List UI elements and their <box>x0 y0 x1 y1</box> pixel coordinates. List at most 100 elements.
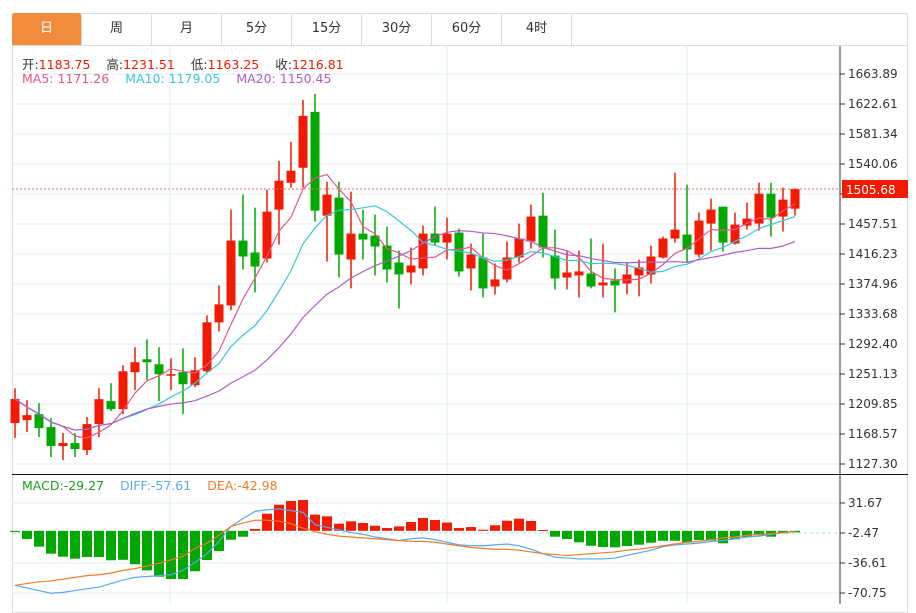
macd-bar <box>526 520 536 531</box>
macd-bar <box>670 530 680 541</box>
candle-body <box>130 362 140 373</box>
macd-bar <box>454 528 464 531</box>
candle <box>226 209 236 311</box>
candle-body <box>622 274 632 284</box>
price-tick-label: 1251.13 <box>848 367 898 381</box>
candle-body <box>550 255 560 279</box>
ma5-value: 1171.26 <box>57 71 110 86</box>
candle-body <box>682 234 692 250</box>
candle <box>262 189 272 263</box>
dea-label: DEA: <box>207 478 238 493</box>
candle-body <box>118 371 128 410</box>
macd-bar <box>46 530 56 554</box>
macd-bar <box>142 530 152 571</box>
ma5-label: MA5: <box>22 71 54 86</box>
candle-body <box>202 322 212 372</box>
ma20-value: 1150.45 <box>279 71 332 86</box>
candle-body <box>10 398 20 423</box>
candle <box>430 206 440 246</box>
price-tick-label: 1333.68 <box>848 307 898 321</box>
macd-bar <box>238 530 248 537</box>
price-tick-label: 1209.85 <box>848 397 898 411</box>
candle-body <box>94 399 104 425</box>
candle <box>310 93 320 222</box>
price-tick-label: 1457.51 <box>848 217 898 231</box>
candle-body <box>298 115 308 168</box>
macd-tick-label: -2.47 <box>848 526 879 540</box>
candle <box>706 198 716 251</box>
candle <box>550 229 560 290</box>
candle-body <box>598 282 608 286</box>
candle-body <box>322 194 332 216</box>
candle <box>718 206 728 252</box>
candle-body <box>70 443 80 450</box>
macd-bar <box>310 514 320 531</box>
close-label: 收: <box>275 57 292 72</box>
dea-value: -42.98 <box>237 478 278 493</box>
macd-bar <box>682 530 692 543</box>
candle <box>502 241 512 283</box>
candle-body <box>214 304 224 323</box>
candle <box>298 99 308 188</box>
candle <box>214 285 224 332</box>
macd-bar <box>226 530 236 540</box>
macd-bar <box>694 530 704 541</box>
price-tick-label: 1127.30 <box>848 457 898 471</box>
macd-bar <box>262 513 272 531</box>
macd-bar <box>94 530 104 558</box>
macd-bar <box>166 530 176 579</box>
candle <box>610 268 620 313</box>
candle-body <box>286 170 296 183</box>
candle <box>418 225 428 276</box>
moving-average-lines <box>14 173 796 439</box>
candle-body <box>22 415 32 421</box>
price-axis: 1663.891622.611581.341540.061498.781457.… <box>12 46 908 604</box>
candle <box>46 418 56 458</box>
candle <box>106 383 116 412</box>
macd-label: MACD: <box>22 478 64 493</box>
candle <box>346 191 356 289</box>
ma10-label: MA10: <box>125 71 165 86</box>
candle-body <box>346 233 356 260</box>
macd-bar <box>406 522 416 531</box>
candle <box>526 204 536 249</box>
candle <box>754 182 764 231</box>
candle-body <box>310 111 320 211</box>
low-value: 1163.25 <box>207 57 260 72</box>
candle-body <box>670 229 680 239</box>
high-label: 高: <box>106 57 124 72</box>
candle <box>34 403 44 438</box>
macd-bar <box>22 530 32 540</box>
candle-body <box>154 364 164 375</box>
candle <box>622 262 632 295</box>
candles <box>10 93 800 461</box>
candle <box>130 347 140 391</box>
price-tick-label: 1622.61 <box>848 97 898 111</box>
candle <box>382 226 392 283</box>
macd-bar <box>586 530 596 546</box>
candle <box>394 250 404 309</box>
macd-panel <box>10 499 800 594</box>
macd-bar <box>598 530 608 547</box>
candle <box>646 245 656 284</box>
candle-body <box>706 209 716 224</box>
candle-body <box>46 427 56 447</box>
macd-bar <box>358 523 368 531</box>
macd-bar <box>394 526 404 531</box>
ma-info: MA5: 1171.26 MA10: 1179.05 MA20: 1150.45 <box>22 71 331 86</box>
candle-body <box>106 401 116 410</box>
diff-value: -57.61 <box>150 478 192 493</box>
macd-bar <box>382 528 392 531</box>
ma10-value: 1179.05 <box>168 71 221 86</box>
candle-body <box>250 252 260 267</box>
candle <box>406 247 416 285</box>
candlestick-chart[interactable]: 1663.891622.611581.341540.061498.781457.… <box>0 0 916 604</box>
candle <box>766 182 776 237</box>
candle-body <box>718 206 728 243</box>
candle-body <box>142 359 152 363</box>
candle-body <box>610 280 620 286</box>
ma20-label: MA20: <box>236 71 276 86</box>
macd-info: MACD:-29.27 DIFF:-57.61 DEA:-42.98 <box>22 478 278 493</box>
candle <box>10 388 20 438</box>
macd-bar <box>574 530 584 543</box>
